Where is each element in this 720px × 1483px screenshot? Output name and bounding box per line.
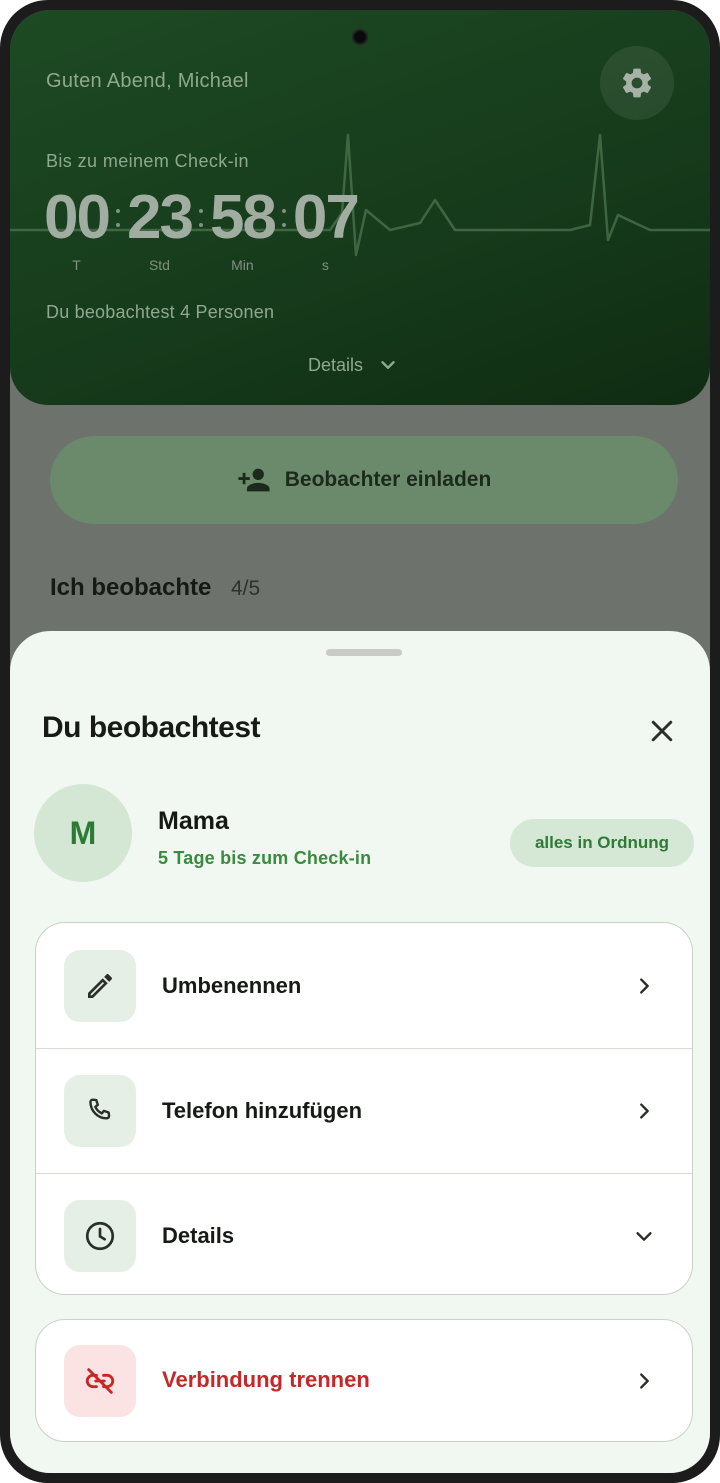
avatar: M [34,784,132,882]
status-badge: alles in Ordnung [510,819,694,867]
countdown-seconds-value: 07 [292,183,360,252]
close-icon [651,720,673,742]
header-details-toggle[interactable]: Details [308,354,399,376]
countdown-separator [109,185,127,251]
person-name: Mama [158,807,229,835]
disconnect-button[interactable]: Verbindung trennen [35,1319,693,1442]
checkin-header: Guten Abend, Michael Bis zu meinem Check… [10,10,710,405]
rename-icon-tile [64,949,136,1022]
section-title: Ich beobachte [50,574,212,601]
watching-count-text: Du beobachtest 4 Personen [46,302,275,322]
chevron-right-icon [632,1369,656,1393]
section-count: 4/5 [231,577,261,600]
action-rename[interactable]: Umbenennen [36,923,692,1048]
countdown-seconds-unit: s [321,257,329,273]
checkin-countdown-label: Bis zu meinem Check-in [46,151,249,171]
countdown-minutes-value: 58 [209,183,277,252]
chevron-down-icon [632,1224,656,1248]
chevron-right-icon [632,1099,656,1123]
chevron-right-icon [632,974,656,998]
action-label: Umbenennen [162,972,302,998]
app-screen: Guten Abend, Michael Bis zu meinem Check… [10,10,710,1473]
action-label: Details [162,1223,235,1248]
countdown-days-unit: T [72,257,81,273]
countdown-seconds: 07 s [292,183,360,274]
countdown-days-value: 00 [44,183,111,252]
settings-button[interactable] [600,46,674,120]
gear-icon [622,68,652,98]
countdown-hours: 23 Std [126,183,194,274]
countdown-timer: 00 T 23 Std 58 Min 07 s [44,183,360,274]
action-label: Telefon hinzufügen [162,1098,363,1123]
countdown-hours-unit: Std [148,257,170,273]
countdown-separator [192,185,210,251]
countdown-minutes-unit: Min [231,257,254,273]
countdown-separator [275,185,293,251]
front-camera [352,29,368,45]
countdown-minutes: 58 Min [209,183,277,274]
invite-observer-button[interactable]: Beobachter einladen [50,436,678,524]
disconnect-icon-tile [64,1345,136,1417]
close-button[interactable] [642,711,682,751]
chevron-down-icon [381,361,395,369]
sheet-drag-handle[interactable] [326,649,402,656]
clock-icon-tile [64,1200,136,1272]
link-off-icon [85,1368,115,1394]
disconnect-label: Verbindung trennen [162,1367,370,1392]
invite-observer-label: Beobachter einladen [284,468,492,491]
action-details[interactable]: Details [36,1173,692,1294]
device-frame: Guten Abend, Michael Bis zu meinem Check… [0,0,720,1483]
bottom-sheet: Du beobachtest M Mama 5 Tage bis zum Che… [10,631,710,1473]
person-add-icon [238,468,270,492]
countdown-hours-value: 23 [126,183,194,252]
actions-card: Umbenennen Telefon hinzufügen Details [35,922,693,1295]
greeting-text: Guten Abend, Michael [46,70,249,92]
header-details-label: Details [308,354,364,375]
watched-person-header: M Mama 5 Tage bis zum Check-in alles in … [34,784,694,884]
action-add-phone[interactable]: Telefon hinzufügen [36,1048,692,1173]
countdown-days: 00 T [44,183,111,274]
phone-icon-tile [64,1075,136,1147]
pencil-icon [88,973,113,998]
sheet-title: Du beobachtest [42,711,261,744]
clock-icon [85,1221,115,1251]
phone-icon [89,1098,111,1120]
person-checkin-info: 5 Tage bis zum Check-in [158,848,372,868]
